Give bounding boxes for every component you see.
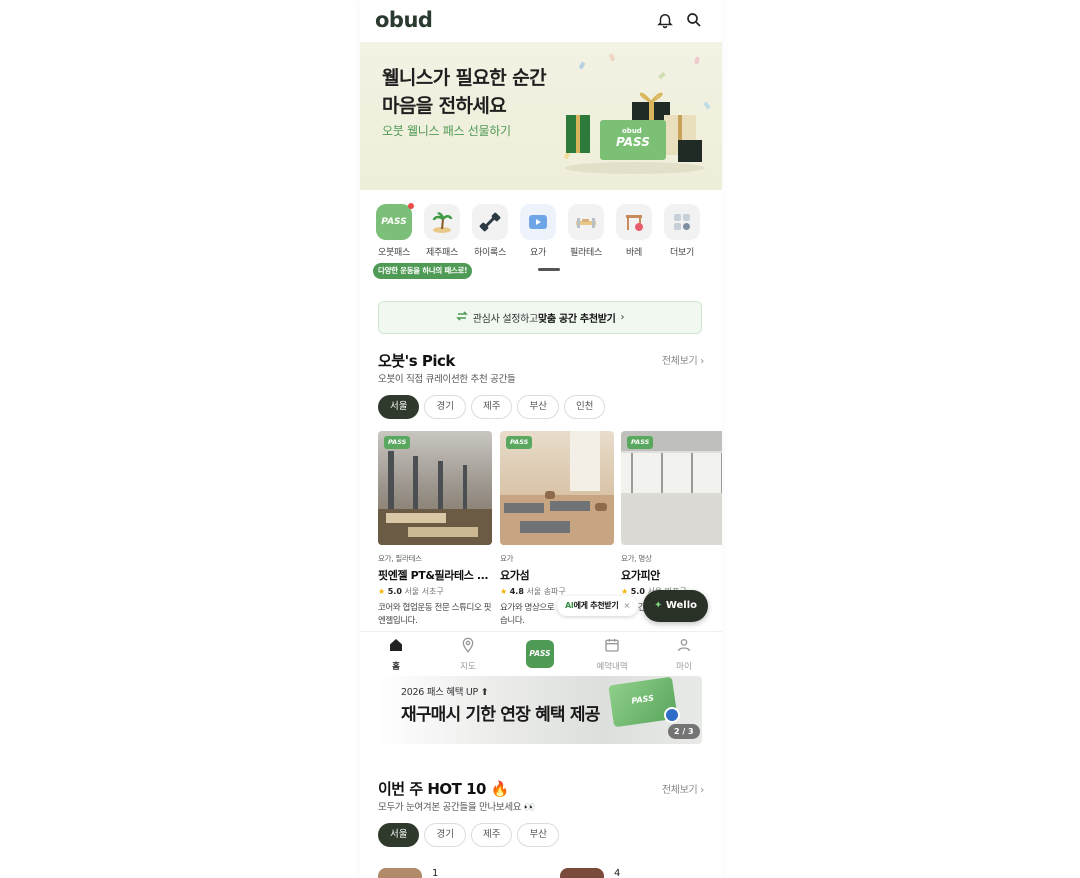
- hot-region-chips: 서울 경기 제주 부산: [378, 823, 559, 847]
- calendar-icon: [605, 639, 619, 652]
- hot-rank-number: 1: [432, 868, 439, 878]
- new-badge-dot: [408, 203, 414, 209]
- space-card[interactable]: PASS 요가, 필라테스 핏엔젤 PT&필라테스 ... ★ 5.0 서울 서…: [378, 431, 492, 628]
- dumbbell-icon: [472, 204, 508, 240]
- promo-character-icon: [664, 707, 680, 723]
- banner-title: 웰니스가 필요한 순간 마음을 전하세요: [382, 67, 547, 117]
- nav-my[interactable]: 마이: [654, 637, 714, 672]
- space-photo: PASS: [621, 431, 722, 545]
- promo-headline: 재구매시 기한 연장 혜택 제공: [401, 705, 600, 725]
- category-pilates[interactable]: 필라테스: [562, 204, 610, 258]
- gift-boxes-illustration: obud PASS: [565, 92, 705, 174]
- pass-card-icon: PASS: [376, 203, 414, 240]
- wello-chat-button[interactable]: ✦ Wello: [643, 590, 708, 622]
- space-category: 요가: [500, 554, 514, 563]
- interest-recommend-button[interactable]: 관심사 설정하고 맞춤 공간 추천받기 ›: [378, 301, 702, 334]
- region-chip-gyeonggi[interactable]: 경기: [424, 395, 466, 419]
- gift-pass-banner[interactable]: 웰니스가 필요한 순간 마음을 전하세요 오붓 웰니스 패스 선물하기 obud…: [360, 42, 722, 190]
- hot-title: 이번 주 HOT 10 🔥: [378, 780, 509, 798]
- ai-recommend-tooltip[interactable]: AI에게 추천받기 ×: [557, 596, 638, 616]
- region-chip-jeju[interactable]: 제주: [470, 823, 513, 847]
- space-description: 코어와 협업운동 전문 스튜디오 핏엔젤입니다.: [378, 603, 492, 626]
- swap-arrows-icon: [455, 310, 468, 325]
- svg-text:obud: obud: [622, 127, 642, 135]
- nav-map[interactable]: 지도: [438, 637, 498, 672]
- pass-badge: PASS: [627, 436, 654, 449]
- region-chip-busan[interactable]: 부산: [517, 395, 559, 419]
- category-hyrox[interactable]: 하이록스: [466, 204, 514, 258]
- bell-icon[interactable]: [656, 11, 676, 31]
- search-icon[interactable]: [685, 11, 705, 31]
- palm-tree-icon: [424, 204, 460, 240]
- space-category: 요가, 필라테스: [378, 554, 422, 563]
- recommend-text: 관심사 설정하고: [472, 314, 538, 325]
- category-jeju-pass[interactable]: 제주패스: [418, 204, 466, 258]
- category-obud-pass[interactable]: PASS 오붓패스: [370, 203, 418, 258]
- space-category: 요가, 명상: [621, 554, 652, 563]
- sparkle-icon: ✦: [653, 600, 663, 611]
- banner-subtitle: 오붓 웰니스 패스 선물하기: [382, 124, 511, 138]
- picks-see-all-link[interactable]: 전체보기 ›: [662, 352, 704, 367]
- region-chip-incheon[interactable]: 인천: [563, 395, 606, 419]
- picks-title: 오붓's Pick: [378, 352, 455, 370]
- space-rating: ★ 5.0 서울 서초구: [378, 587, 444, 596]
- top-header: obud: [360, 0, 722, 42]
- category-yoga[interactable]: 요가: [514, 204, 562, 258]
- home-icon: [390, 639, 402, 651]
- svg-text:PASS: PASS: [616, 135, 650, 149]
- region-chip-seoul[interactable]: 서울: [378, 395, 420, 419]
- star-icon: ★: [378, 587, 386, 596]
- space-photo: PASS: [378, 431, 492, 545]
- category-active-indicator: [538, 268, 560, 271]
- star-icon: ★: [621, 587, 629, 596]
- reformer-icon: [568, 204, 604, 240]
- space-photo: PASS: [500, 431, 614, 545]
- hot-item-thumb[interactable]: [560, 868, 604, 878]
- nav-pass-button[interactable]: PASS: [526, 640, 554, 668]
- map-pin-icon: [462, 637, 474, 653]
- promo-page-counter: 2 / 3: [668, 724, 700, 739]
- region-chip-gyeonggi[interactable]: 경기: [424, 823, 466, 847]
- nav-reservations[interactable]: 예약내역: [582, 637, 642, 672]
- space-name: 요가피안: [621, 569, 660, 582]
- hot-item-thumb[interactable]: [378, 868, 422, 878]
- more-grid-icon: [664, 204, 700, 240]
- category-more[interactable]: 더보기: [658, 204, 706, 258]
- hot-rank-number: 4: [614, 868, 621, 878]
- chevron-right-icon: ›: [620, 312, 625, 323]
- pass-tooltip: 다양한 운동을 하나의 패스로!: [373, 263, 473, 279]
- region-chip-busan[interactable]: 부산: [517, 823, 559, 847]
- space-name: 요가섬: [500, 569, 530, 582]
- hot-see-all-link[interactable]: 전체보기 ›: [662, 781, 704, 796]
- app-screen: obud 웰니스가 필요한 순간 마음을 전하세요 오붓 웰니스 패스 선물하기…: [360, 0, 722, 878]
- category-barre[interactable]: 바레: [610, 204, 658, 258]
- star-icon: ★: [500, 587, 508, 596]
- close-icon[interactable]: ×: [623, 601, 630, 610]
- recommend-text-bold: 맞춤 공간 추천받기: [537, 314, 616, 325]
- barre-icon: [616, 204, 652, 240]
- obud-logo[interactable]: obud: [375, 8, 433, 32]
- promo-banner[interactable]: 2026 패스 혜택 UP ⬆ 재구매시 기한 연장 혜택 제공 PASS 2 …: [378, 676, 702, 744]
- picks-region-chips: 서울 경기 제주 부산 인천: [378, 395, 606, 419]
- user-icon: [678, 639, 690, 652]
- hot-subtitle: 모두가 눈여겨본 공간들을 만나보세요 👀: [378, 802, 536, 813]
- space-name: 핏엔젤 PT&필라테스 ...: [378, 569, 489, 582]
- region-chip-seoul[interactable]: 서울: [378, 823, 420, 847]
- pass-badge: PASS: [506, 436, 533, 449]
- region-chip-jeju[interactable]: 제주: [470, 395, 513, 419]
- nav-home[interactable]: 홈: [366, 637, 426, 672]
- pass-badge: PASS: [384, 436, 411, 449]
- picks-subtitle: 오붓이 직접 큐레이션한 추천 공간들: [378, 374, 516, 385]
- yoga-icon: [520, 204, 556, 240]
- promo-top-text: 2026 패스 혜택 UP ⬆: [401, 687, 489, 698]
